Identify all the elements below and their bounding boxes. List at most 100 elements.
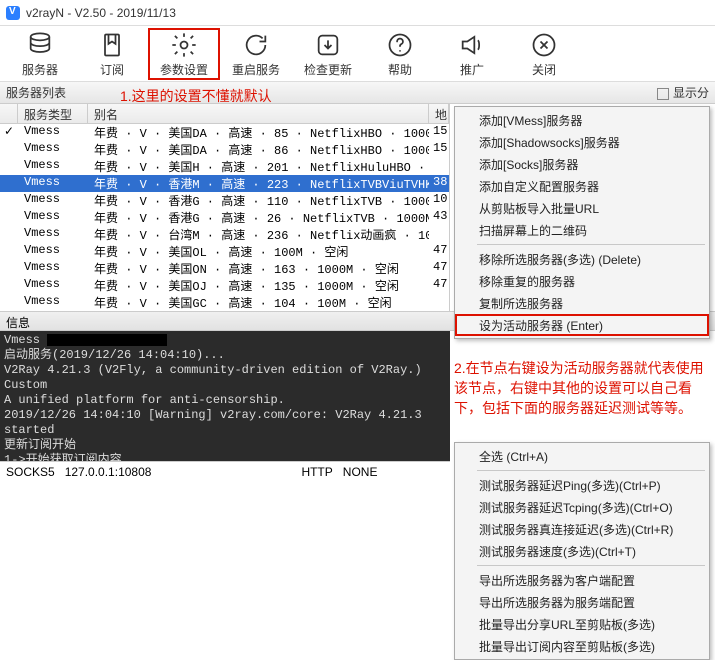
- grid-header-row: 服务类型 别名 地: [0, 104, 449, 124]
- row-check: ✓: [0, 124, 18, 141]
- log-line: Vmess: [4, 333, 446, 348]
- servers-label: 服务器: [22, 61, 58, 78]
- close-label: 关闭: [532, 61, 556, 78]
- row-addr: [429, 158, 449, 175]
- restart-label: 重启服务: [232, 61, 280, 78]
- menu-separator: [477, 244, 705, 245]
- log-line: 1->开始获取订阅内容: [4, 453, 446, 461]
- settings-button[interactable]: 参数设置: [148, 28, 220, 80]
- grid-body: ✓Vmess年费 · V · 美国DA · 高速 · 85 · NetflixH…: [0, 124, 449, 311]
- menu-item[interactable]: 测试服务器延迟Ping(多选)(Ctrl+P): [455, 474, 709, 496]
- server-grid: 服务类型 别名 地 ✓Vmess年费 · V · 美国DA · 高速 · 85 …: [0, 104, 450, 311]
- col-addr[interactable]: 地: [429, 104, 449, 123]
- gear-icon: [170, 31, 198, 59]
- table-row[interactable]: Vmess年费 · V · 美国DA · 高速 · 86 · NetflixHB…: [0, 141, 449, 158]
- menu-item[interactable]: 批量导出分享URL至剪贴板(多选): [455, 613, 709, 635]
- row-alias: 年费 · V · 台湾M · 高速 · 236 · Netflix动画疯 · 1…: [88, 226, 429, 243]
- menu-item[interactable]: 复制所选服务器: [455, 292, 709, 314]
- row-type: Vmess: [18, 192, 88, 209]
- close-button[interactable]: 关闭: [508, 28, 580, 80]
- table-row[interactable]: Vmess年费 · V · 美国H · 高速 · 201 · NetflixHu…: [0, 158, 449, 175]
- table-row[interactable]: Vmess年费 · V · 香港M · 高速 · 223 · NetflixTV…: [0, 175, 449, 192]
- restart-button[interactable]: 重启服务: [220, 28, 292, 80]
- menu-item[interactable]: 测试服务器速度(多选)(Ctrl+T): [455, 540, 709, 562]
- menu-item[interactable]: 测试服务器真连接延迟(多选)(Ctrl+R): [455, 518, 709, 540]
- menu-item[interactable]: 移除所选服务器(多选) (Delete): [455, 248, 709, 270]
- download-icon: [314, 31, 342, 59]
- row-addr: 43: [429, 209, 449, 226]
- row-addr: 10: [429, 192, 449, 209]
- row-alias: 年费 · V · 美国H · 高速 · 201 · NetflixHuluHBO…: [88, 158, 429, 175]
- subscribe-button[interactable]: 订阅: [76, 28, 148, 80]
- row-type: Vmess: [18, 277, 88, 294]
- redacted-icon: [47, 334, 167, 346]
- row-alias: 年费 · V · 美国OL · 高速 · 100M · 空闲: [88, 243, 429, 260]
- row-addr: 15: [429, 141, 449, 158]
- menu-item[interactable]: 导出所选服务器为服务端配置: [455, 591, 709, 613]
- col-type[interactable]: 服务类型: [18, 104, 88, 123]
- bookmark-icon: [98, 31, 126, 59]
- update-label: 检查更新: [304, 61, 352, 78]
- menu-item[interactable]: 添加[VMess]服务器: [455, 109, 709, 131]
- database-icon: [26, 31, 54, 59]
- row-addr: 47: [429, 277, 449, 294]
- menu-item[interactable]: 扫描屏幕上的二维码: [455, 219, 709, 241]
- menu-item[interactable]: 设为活动服务器 (Enter): [455, 314, 709, 336]
- table-row[interactable]: Vmess年费 · V · 美国OL · 高速 · 100M · 空闲47: [0, 243, 449, 260]
- row-check: [0, 192, 18, 209]
- row-type: Vmess: [18, 260, 88, 277]
- help-label: 帮助: [388, 61, 412, 78]
- close-icon: [530, 31, 558, 59]
- log-line: 2019/12/26 14:04:10 [Warning] v2ray.com/…: [4, 408, 446, 438]
- menu-item[interactable]: 批量导出订阅内容至剪贴板(多选): [455, 635, 709, 657]
- row-type: Vmess: [18, 141, 88, 158]
- row-check: [0, 158, 18, 175]
- table-row[interactable]: Vmess年费 · V · 美国GC · 高速 · 104 · 100M · 空…: [0, 294, 449, 311]
- log-console: Vmess 启动服务(2019/12/26 14:04:10)... V2Ray…: [0, 331, 450, 461]
- table-row[interactable]: Vmess年费 · V · 香港G · 高速 · 26 · NetflixTVB…: [0, 209, 449, 226]
- col-check[interactable]: [0, 104, 18, 123]
- annotation-1: 1.这里的设置不懂就默认: [120, 86, 272, 106]
- show-share-checkbox[interactable]: 显示分: [657, 84, 709, 101]
- menu-item[interactable]: 全选 (Ctrl+A): [455, 445, 709, 467]
- table-row[interactable]: Vmess年费 · V · 台湾M · 高速 · 236 · Netflix动画…: [0, 226, 449, 243]
- row-type: Vmess: [18, 209, 88, 226]
- menu-separator: [477, 565, 705, 566]
- log-line: V2Ray 4.21.3 (V2Fly, a community-driven …: [4, 363, 446, 393]
- servers-button[interactable]: 服务器: [4, 28, 76, 80]
- checkbox-icon: [657, 88, 669, 100]
- server-list-panel-header: 服务器列表 显示分: [0, 82, 715, 104]
- row-addr: 15: [429, 124, 449, 141]
- row-type: Vmess: [18, 243, 88, 260]
- menu-item[interactable]: 导出所选服务器为客户端配置: [455, 569, 709, 591]
- window-titlebar: v2rayN - V2.50 - 2019/11/13: [0, 0, 715, 26]
- row-addr: [429, 294, 449, 311]
- server-list-title: 服务器列表: [6, 84, 66, 101]
- menu-item[interactable]: 从剪贴板导入批量URL: [455, 197, 709, 219]
- promote-button[interactable]: 推广: [436, 28, 508, 80]
- table-row[interactable]: ✓Vmess年费 · V · 美国DA · 高速 · 85 · NetflixH…: [0, 124, 449, 141]
- row-check: [0, 260, 18, 277]
- row-alias: 年费 · V · 美国GC · 高速 · 104 · 100M · 空闲: [88, 294, 429, 311]
- menu-item[interactable]: 添加[Shadowsocks]服务器: [455, 131, 709, 153]
- menu-separator: [477, 470, 705, 471]
- context-menu-bottom: 全选 (Ctrl+A) 测试服务器延迟Ping(多选)(Ctrl+P)测试服务器延…: [454, 442, 710, 660]
- context-menu-top: 添加[VMess]服务器添加[Shadowsocks]服务器添加[Socks]服…: [454, 106, 710, 339]
- menu-item[interactable]: 测试服务器延迟Tcping(多选)(Ctrl+O): [455, 496, 709, 518]
- log-line: 启动服务(2019/12/26 14:04:10)...: [4, 348, 446, 363]
- promote-label: 推广: [460, 61, 484, 78]
- menu-item[interactable]: 添加[Socks]服务器: [455, 153, 709, 175]
- row-addr: 38: [429, 175, 449, 192]
- socks-label: SOCKS5: [6, 465, 55, 479]
- menu-item[interactable]: 添加自定义配置服务器: [455, 175, 709, 197]
- table-row[interactable]: Vmess年费 · V · 美国OJ · 高速 · 135 · 1000M · …: [0, 277, 449, 294]
- row-check: [0, 243, 18, 260]
- col-alias[interactable]: 别名: [88, 104, 429, 123]
- update-button[interactable]: 检查更新: [292, 28, 364, 80]
- row-check: [0, 294, 18, 311]
- menu-item[interactable]: 移除重复的服务器: [455, 270, 709, 292]
- table-row[interactable]: Vmess年费 · V · 美国ON · 高速 · 163 · 1000M · …: [0, 260, 449, 277]
- table-row[interactable]: Vmess年费 · V · 香港G · 高速 · 110 · NetflixTV…: [0, 192, 449, 209]
- help-button[interactable]: 帮助: [364, 28, 436, 80]
- row-check: [0, 277, 18, 294]
